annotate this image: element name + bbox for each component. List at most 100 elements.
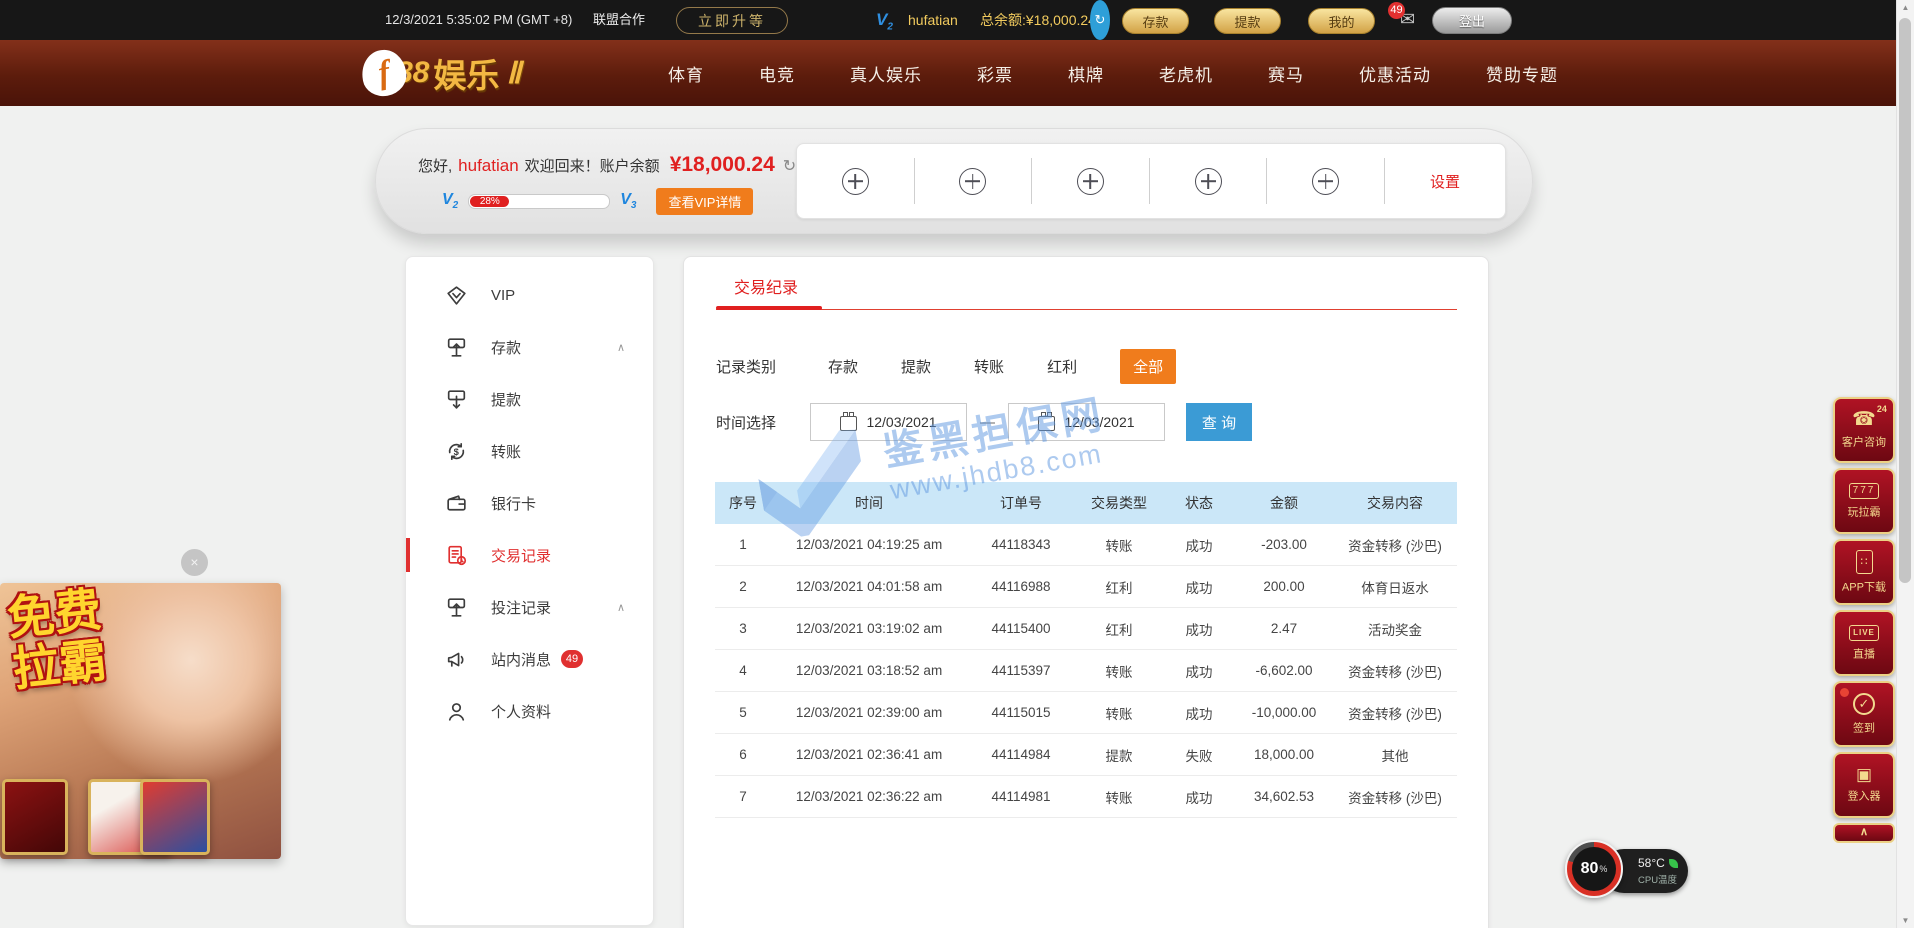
check-icon: ✓ [1853, 693, 1875, 715]
float-label: 登入器 [1847, 788, 1880, 804]
main-nav: f 88 娱乐 Ⅱ 体育 电竞 真人娱乐 彩票 棋牌 老虎机 赛马 优惠活动 赞… [0, 40, 1914, 106]
sidebar-item-bank-card[interactable]: 银行卡 [406, 477, 653, 529]
vip-letter: V [876, 10, 887, 29]
table-header-row: 序号 时间 订单号 交易类型 状态 金额 交易内容 [715, 482, 1457, 524]
withdraw-button[interactable]: 提款 [1214, 8, 1281, 34]
launcher-button[interactable]: ▣ 登入器 [1833, 752, 1895, 818]
date-from-input[interactable]: 12/03/2021 [810, 403, 967, 441]
filter-deposit[interactable]: 存款 [828, 356, 858, 377]
nav-item-sponsorship[interactable]: 赞助专题 [1486, 61, 1558, 86]
quick-add-slot[interactable] [1150, 144, 1267, 218]
promo-close-button[interactable]: × [181, 549, 208, 576]
deposit-button[interactable]: 存款 [1122, 8, 1189, 34]
settings-link[interactable]: 设置 [1385, 171, 1505, 192]
nav-item-slots[interactable]: 老虎机 [1159, 61, 1213, 86]
sidebar-item-deposit[interactable]: 存款 [406, 321, 653, 373]
mine-button[interactable]: 我的 [1308, 8, 1375, 34]
sidebar-item-vip[interactable]: VIP [406, 269, 653, 321]
transaction-panel: 交易纪录 记录类别 存款 提款 转账 红利 全部 时间选择 12/03/2021… [683, 256, 1489, 928]
customer-service-button[interactable]: ☎24 客户咨询 [1833, 397, 1895, 463]
floating-sidebar: ☎24 客户咨询 777 玩拉霸 ∷ APP下载 LIVE 直播 ✓ 签到 ▣ … [1833, 397, 1895, 843]
sidebar-item-betting-records[interactable]: 投注记录 [406, 581, 653, 633]
slot-machine-button[interactable]: 777 玩拉霸 [1833, 468, 1895, 534]
refresh-balance-icon[interactable] [1090, 0, 1110, 40]
withdraw-icon [444, 387, 469, 412]
cell-type: 转账 [1075, 524, 1163, 566]
col-amount: 金额 [1235, 482, 1333, 524]
date-to-input[interactable]: 12/03/2021 [1008, 403, 1165, 441]
sidebar-item-transfer[interactable]: $ 转账 [406, 425, 653, 477]
live-stream-button[interactable]: LIVE 直播 [1833, 610, 1895, 676]
chevron-up-icon[interactable] [617, 341, 625, 354]
sidebar-item-site-messages[interactable]: 站内消息 49 [406, 633, 653, 685]
quick-add-slot[interactable] [797, 144, 914, 218]
quick-add-slot[interactable] [1032, 144, 1149, 218]
logo-name: 娱乐 [433, 49, 499, 97]
filter-withdraw[interactable]: 提款 [901, 356, 931, 377]
deposit-icon [444, 335, 469, 360]
greeting-suffix: 欢迎回来！账户余额 [525, 155, 660, 176]
plus-circle-icon [842, 168, 869, 195]
topbar: 12/3/2021 5:35:02 PM (GMT +8) 联盟合作 立即升等 … [0, 0, 1914, 40]
refresh-balance-icon[interactable] [783, 156, 796, 176]
collapse-floatbar-button[interactable]: ∧ [1833, 823, 1895, 843]
nav-item-promotions[interactable]: 优惠活动 [1359, 61, 1431, 86]
float-label: APP下载 [1842, 578, 1886, 594]
search-button[interactable]: 查 询 [1186, 403, 1252, 441]
nav-item-sports[interactable]: 体育 [668, 61, 704, 86]
message-count-badge: 49 [1388, 2, 1405, 19]
alliance-link[interactable]: 联盟合作 [593, 0, 645, 40]
cell-amount: 2.47 [1235, 608, 1333, 650]
site-logo[interactable]: f 88 娱乐 Ⅱ [362, 48, 521, 98]
quick-add-slot[interactable] [915, 144, 1032, 218]
promo-thumbnail[interactable] [2, 779, 68, 855]
sidebar-label: VIP [491, 287, 515, 304]
float-label: 客户咨询 [1842, 434, 1886, 450]
megaphone-icon [444, 647, 469, 672]
cell-type: 红利 [1075, 608, 1163, 650]
cell-time: 12/03/2021 03:18:52 am [771, 650, 967, 692]
vip-num: 2 [453, 200, 459, 211]
vip-detail-button[interactable]: 查看VIP详情 [656, 188, 753, 215]
nav-item-esports[interactable]: 电竞 [759, 61, 795, 86]
sidebar-label: 银行卡 [491, 493, 536, 514]
filter-all-active[interactable]: 全部 [1120, 349, 1176, 384]
nav-item-lottery[interactable]: 彩票 [977, 61, 1013, 86]
float-label: 直播 [1853, 645, 1875, 661]
scroll-up-arrow[interactable] [1897, 3, 1914, 12]
nav-item-board-games[interactable]: 棋牌 [1068, 61, 1104, 86]
upgrade-button[interactable]: 立即升等 [676, 7, 788, 34]
table-row: 6 12/03/2021 02:36:41 am 44114984 提款 失败 … [715, 734, 1457, 776]
cpu-usage-sign: % [1599, 864, 1607, 874]
cell-amount: 34,602.53 [1235, 776, 1333, 818]
logo-f: f [375, 54, 392, 92]
chevron-up-icon[interactable] [617, 601, 625, 614]
promo-thumbnail[interactable] [140, 779, 210, 855]
cell-order: 44114981 [967, 776, 1075, 818]
scroll-down-arrow[interactable] [1897, 916, 1914, 925]
table-row: 7 12/03/2021 02:36:22 am 44114981 转账 成功 … [715, 776, 1457, 818]
sidebar-item-withdraw[interactable]: 提款 [406, 373, 653, 425]
cpu-temperature: 58°C [1638, 856, 1665, 870]
app-download-button[interactable]: ∷ APP下载 [1833, 539, 1895, 605]
filter-transfer[interactable]: 转账 [974, 356, 1004, 377]
logout-button[interactable]: 登出 [1432, 7, 1512, 34]
cpu-usage-value: 80 [1581, 860, 1599, 878]
scrollbar-thumb[interactable] [1899, 18, 1911, 583]
cell-content: 资金转移 (沙巴) [1333, 692, 1457, 734]
sidebar-item-profile[interactable]: 个人资料 [406, 685, 653, 737]
quick-add-slot[interactable] [1267, 144, 1384, 218]
filter-bonus[interactable]: 红利 [1047, 356, 1077, 377]
sidebar-item-transaction-records[interactable]: 交易记录 [406, 529, 653, 581]
check-in-button[interactable]: ✓ 签到 [1833, 681, 1895, 747]
leaf-icon [1669, 859, 1678, 868]
phone-24-icon: ☎24 [1852, 410, 1876, 429]
cell-status: 失败 [1163, 734, 1235, 776]
tab-transaction-records[interactable]: 交易纪录 [734, 274, 798, 298]
cell-type: 提款 [1075, 734, 1163, 776]
plus-circle-icon [1312, 168, 1339, 195]
transactions-table: 序号 时间 订单号 交易类型 状态 金额 交易内容 1 12/03/2021 0… [715, 482, 1457, 818]
nav-item-horse-racing[interactable]: 赛马 [1268, 61, 1304, 86]
nav-item-live-casino[interactable]: 真人娱乐 [850, 61, 922, 86]
page-scrollbar [1896, 0, 1914, 928]
